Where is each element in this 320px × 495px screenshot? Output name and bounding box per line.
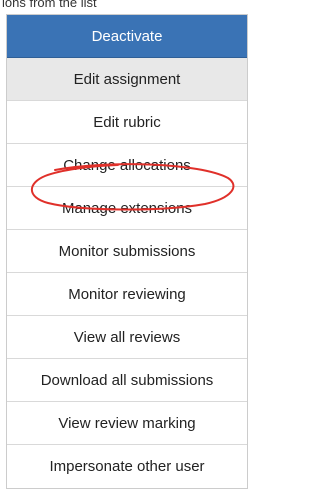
view-review-marking-button[interactable]: View review marking: [7, 402, 247, 445]
download-all-submissions-button[interactable]: Download all submissions: [7, 359, 247, 402]
page: ions from the list Deactivate Edit assig…: [0, 0, 250, 495]
monitor-reviewing-button[interactable]: Monitor reviewing: [7, 273, 247, 316]
top-caption: ions from the list: [2, 0, 97, 10]
deactivate-button[interactable]: Deactivate: [7, 15, 247, 58]
edit-rubric-button[interactable]: Edit rubric: [7, 101, 247, 144]
monitor-submissions-button[interactable]: Monitor submissions: [7, 230, 247, 273]
edit-assignment-button[interactable]: Edit assignment: [7, 58, 247, 101]
actions-menu: Deactivate Edit assignment Edit rubric C…: [6, 14, 248, 489]
view-all-reviews-button[interactable]: View all reviews: [7, 316, 247, 359]
change-allocations-button[interactable]: Change allocations: [7, 144, 247, 187]
impersonate-other-user-button[interactable]: Impersonate other user: [7, 445, 247, 488]
manage-extensions-button[interactable]: Manage extensions: [7, 187, 247, 230]
